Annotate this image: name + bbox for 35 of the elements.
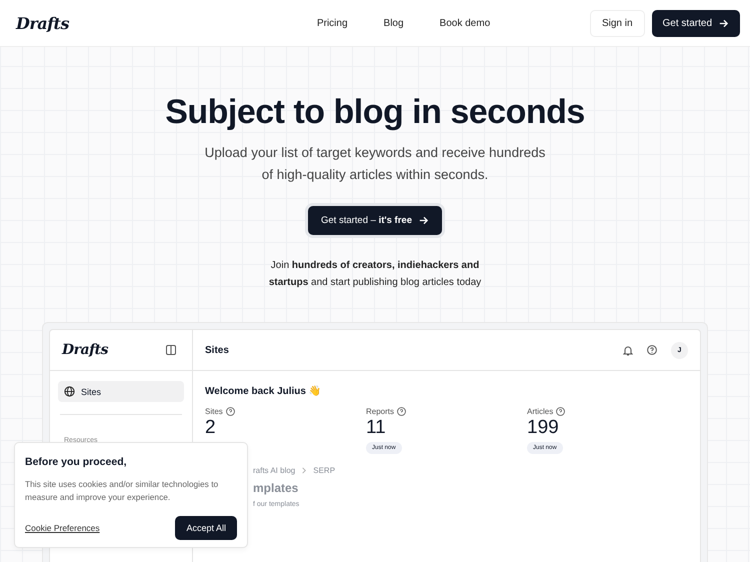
globe-icon: [64, 386, 75, 397]
cookie-text: This site uses cookies and/or similar technologies to measure and improve your experience.: [25, 478, 220, 504]
stat-value: 199: [527, 417, 559, 439]
cookie-title: Before you proceed,: [25, 456, 127, 468]
chevron-right-icon: [301, 467, 308, 474]
bell-icon[interactable]: [623, 344, 633, 356]
nav-link[interactable]: Book demo: [440, 18, 490, 28]
logo[interactable]: Drafts: [16, 14, 69, 32]
stat-value: 2: [205, 417, 216, 439]
social-proof-text: Join hundreds of creators, indiehackers and startups and start publishing blog articles today: [268, 259, 482, 290]
sign-in-button[interactable]: Sign in: [590, 10, 645, 36]
arrow-right-icon: [418, 215, 429, 226]
cookie-preferences-link[interactable]: Cookie Preferences: [25, 523, 100, 533]
help-icon: [556, 407, 566, 416]
hero-title: Subject to blog in seconds: [165, 93, 585, 132]
stat-label: Sites: [205, 407, 223, 416]
help-icon: [226, 407, 235, 416]
help-icon: [397, 407, 406, 416]
nav-link[interactable]: Pricing: [316, 18, 348, 28]
stat-value: 11: [366, 417, 386, 439]
section-title: mplates: [253, 481, 298, 495]
welcome-text: Welcome back Julius 👋: [205, 385, 322, 397]
page-title: Sites: [205, 344, 229, 356]
accept-all-button[interactable]: Accept All: [175, 516, 237, 540]
hero-subtitle: Upload your list of target keywords and receive hundreds of high-quality articles within seconds.: [204, 144, 546, 184]
stat-label: Reports: [366, 407, 394, 416]
arrow-right-icon: [718, 18, 729, 28]
stat-label: Articles: [527, 407, 554, 416]
get-started-button[interactable]: Get started: [652, 10, 740, 36]
sidebar-item[interactable]: Sites: [58, 381, 184, 402]
help-icon[interactable]: [647, 345, 657, 355]
cta-button[interactable]: Get started – it's free: [308, 206, 442, 235]
nav-link[interactable]: Blog: [384, 18, 404, 28]
logo: Drafts: [62, 342, 108, 358]
sidebar-toggle-icon[interactable]: [166, 345, 176, 355]
